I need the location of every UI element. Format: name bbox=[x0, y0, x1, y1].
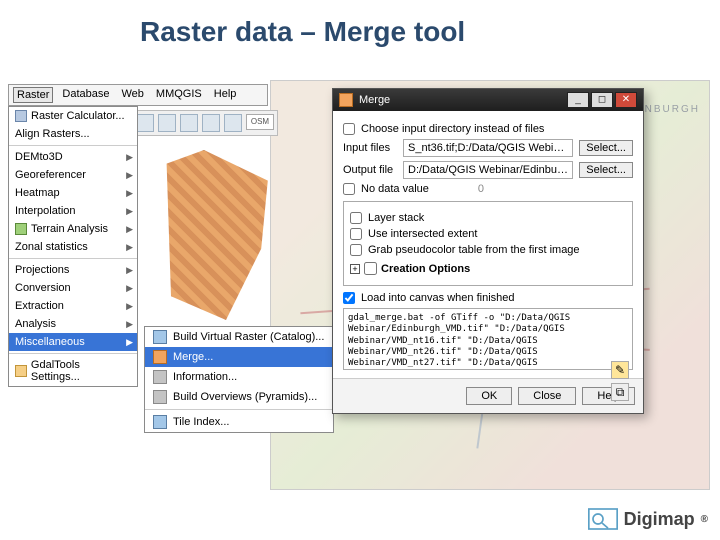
pyramids-icon bbox=[153, 390, 167, 404]
menu-separator bbox=[145, 409, 333, 410]
menu-item-align-rasters[interactable]: Align Rasters... bbox=[9, 125, 137, 143]
input-files-label: Input files bbox=[343, 142, 397, 154]
choose-directory-label: Choose input directory instead of files bbox=[361, 123, 544, 135]
menu-item-extraction[interactable]: Extraction▶ bbox=[9, 297, 137, 315]
nodata-checkbox[interactable] bbox=[343, 183, 355, 195]
menu-item-demto3d[interactable]: DEMto3D▶ bbox=[9, 148, 137, 166]
output-file-field[interactable]: D:/Data/QGIS Webinar/Edinburgh_VMD.tif bbox=[403, 161, 573, 179]
calculator-icon bbox=[15, 110, 27, 122]
submenu-item-build-virtual-raster[interactable]: Build Virtual Raster (Catalog)... bbox=[145, 327, 333, 347]
submenu-item-tile-index[interactable]: Tile Index... bbox=[145, 412, 333, 432]
minimize-button[interactable]: _ bbox=[567, 92, 589, 108]
command-text-box[interactable]: gdal_merge.bat -of GTiff -o "D:/Data/QGI… bbox=[343, 308, 633, 370]
submenu-item-information[interactable]: Information... bbox=[145, 367, 333, 387]
menu-item-gdaltools-settings[interactable]: GdalTools Settings... bbox=[9, 356, 137, 386]
ok-button[interactable]: OK bbox=[466, 387, 512, 405]
menu-item-miscellaneous[interactable]: Miscellaneous▶ bbox=[9, 333, 137, 351]
miscellaneous-submenu: Build Virtual Raster (Catalog)... Merge.… bbox=[144, 326, 334, 433]
chevron-right-icon: ▶ bbox=[126, 242, 133, 253]
menu-item-terrain-analysis[interactable]: Terrain Analysis▶ bbox=[9, 220, 137, 238]
chevron-right-icon: ▶ bbox=[126, 301, 133, 312]
layerstack-checkbox[interactable] bbox=[350, 212, 362, 224]
registered-mark: ® bbox=[701, 514, 708, 525]
load-canvas-label: Load into canvas when finished bbox=[361, 292, 515, 304]
menu-item-heatmap[interactable]: Heatmap▶ bbox=[9, 184, 137, 202]
terrain-icon bbox=[15, 223, 27, 235]
gear-icon bbox=[15, 365, 27, 377]
output-file-label: Output file bbox=[343, 164, 397, 176]
menu-raster[interactable]: Raster bbox=[13, 87, 53, 103]
input-select-button[interactable]: Select... bbox=[579, 140, 633, 156]
choose-directory-checkbox[interactable] bbox=[343, 123, 355, 135]
creation-options-checkbox[interactable] bbox=[364, 262, 377, 275]
intersected-checkbox[interactable] bbox=[350, 228, 362, 240]
menu-database[interactable]: Database bbox=[59, 87, 112, 103]
menu-item-analysis[interactable]: Analysis▶ bbox=[9, 315, 137, 333]
qgis-menubar: Raster Database Web MMQGIS Help bbox=[8, 84, 268, 106]
intersected-label: Use intersected extent bbox=[368, 228, 477, 240]
merge-icon bbox=[153, 350, 167, 364]
chevron-right-icon: ▶ bbox=[126, 337, 133, 348]
submenu-item-merge[interactable]: Merge... bbox=[145, 347, 333, 367]
chevron-right-icon: ▶ bbox=[126, 152, 133, 163]
info-icon bbox=[153, 370, 167, 384]
menu-separator bbox=[9, 258, 137, 259]
tile-index-icon bbox=[153, 415, 167, 429]
slide-title: Raster data – Merge tool bbox=[140, 16, 465, 48]
menu-item-zonal-stats[interactable]: Zonal statistics▶ bbox=[9, 238, 137, 256]
chevron-right-icon: ▶ bbox=[126, 188, 133, 199]
pseudocolor-checkbox[interactable] bbox=[350, 244, 362, 256]
copy-command-button[interactable]: ⧉ bbox=[611, 383, 629, 401]
merge-dialog: Merge _ ◻ ✕ Choose input directory inste… bbox=[332, 88, 644, 414]
menu-mmqgis[interactable]: MMQGIS bbox=[153, 87, 205, 103]
chevron-right-icon: ▶ bbox=[126, 206, 133, 217]
raster-menu: Raster Calculator... Align Rasters... DE… bbox=[8, 106, 138, 387]
options-panel: Layer stack Use intersected extent Grab … bbox=[343, 201, 633, 286]
menu-item-raster-calculator[interactable]: Raster Calculator... bbox=[9, 107, 137, 125]
creation-options-label: Creation Options bbox=[381, 263, 470, 275]
chevron-right-icon: ▶ bbox=[126, 170, 133, 181]
digimap-name: Digimap bbox=[624, 509, 695, 530]
menu-web[interactable]: Web bbox=[119, 87, 147, 103]
menu-separator bbox=[9, 353, 137, 354]
output-select-button[interactable]: Select... bbox=[579, 162, 633, 178]
close-button[interactable]: ✕ bbox=[615, 92, 637, 108]
close-dialog-button[interactable]: Close bbox=[518, 387, 576, 405]
menu-item-interpolation[interactable]: Interpolation▶ bbox=[9, 202, 137, 220]
menu-separator bbox=[9, 145, 137, 146]
vrt-icon bbox=[153, 330, 167, 344]
chevron-right-icon: ▶ bbox=[126, 224, 133, 235]
dialog-title: Merge bbox=[359, 94, 561, 106]
submenu-item-build-overviews[interactable]: Build Overviews (Pyramids)... bbox=[145, 387, 333, 407]
menu-help[interactable]: Help bbox=[211, 87, 240, 103]
load-canvas-checkbox[interactable] bbox=[343, 292, 355, 304]
nodata-label: No data value bbox=[361, 183, 429, 195]
edit-command-button[interactable]: ✎ bbox=[611, 361, 629, 379]
menu-item-conversion[interactable]: Conversion▶ bbox=[9, 279, 137, 297]
digimap-logo: Digimap ® bbox=[588, 508, 708, 530]
input-files-field[interactable]: S_nt36.tif;D:/Data/QGIS Webinar/Edinburg… bbox=[403, 139, 573, 157]
chevron-right-icon: ▶ bbox=[126, 283, 133, 294]
dialog-titlebar[interactable]: Merge _ ◻ ✕ bbox=[333, 89, 643, 111]
chevron-right-icon: ▶ bbox=[126, 319, 133, 330]
merge-icon bbox=[339, 93, 353, 107]
nodata-value-field[interactable]: 0 bbox=[444, 183, 484, 195]
menu-item-georeferencer[interactable]: Georeferencer▶ bbox=[9, 166, 137, 184]
pseudocolor-label: Grab pseudocolor table from the first im… bbox=[368, 244, 580, 256]
creation-options-expander[interactable]: + bbox=[350, 264, 360, 274]
layerstack-label: Layer stack bbox=[368, 212, 424, 224]
chevron-right-icon: ▶ bbox=[126, 265, 133, 276]
menu-item-projections[interactable]: Projections▶ bbox=[9, 261, 137, 279]
maximize-button[interactable]: ◻ bbox=[591, 92, 613, 108]
